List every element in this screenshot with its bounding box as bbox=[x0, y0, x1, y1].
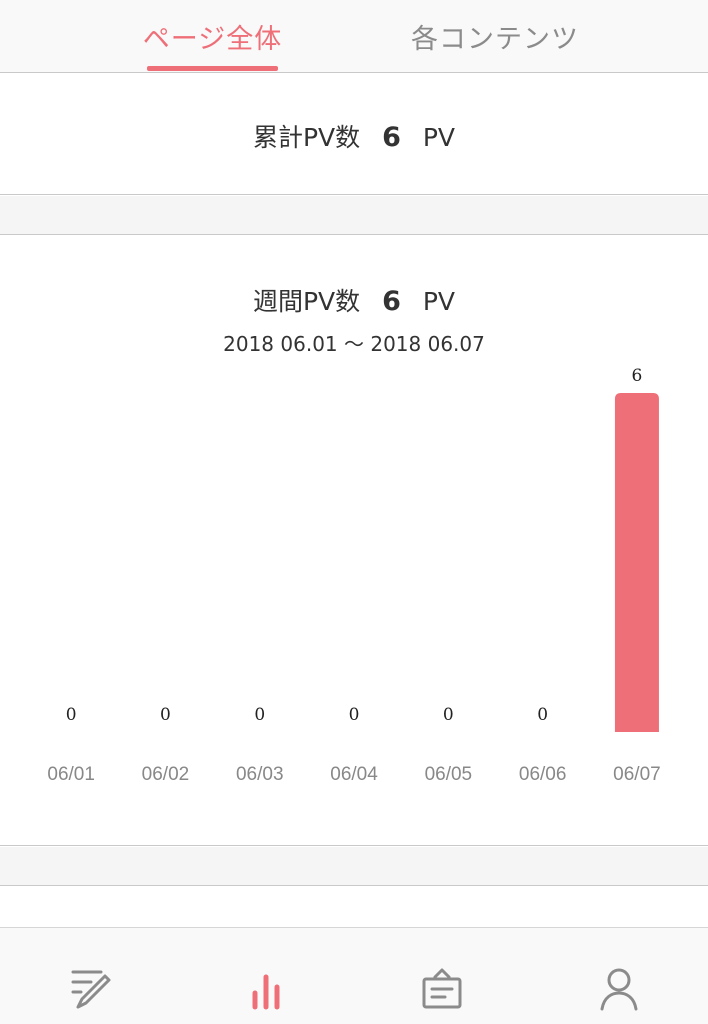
bottom-nav bbox=[0, 927, 708, 1024]
tab-page-overall[interactable]: ページ全体 bbox=[130, 0, 295, 73]
active-tab-indicator bbox=[147, 66, 278, 71]
bar-category-label: 06/04 bbox=[330, 764, 378, 785]
bar-value-label: 6 bbox=[632, 366, 643, 386]
bar-value-label: 0 bbox=[537, 705, 548, 725]
nav-analytics[interactable] bbox=[236, 958, 296, 1018]
total-pv-value: 6 bbox=[382, 122, 401, 153]
bar-category-label: 06/01 bbox=[47, 764, 95, 785]
bar-category-label: 06/05 bbox=[425, 764, 473, 785]
total-pv-section: 累計PV数 6 PV bbox=[0, 73, 708, 195]
inbox-icon bbox=[422, 968, 462, 1009]
bar-value-label: 0 bbox=[66, 705, 77, 725]
bar-category-label: 06/07 bbox=[613, 764, 661, 785]
total-pv-label: 累計PV数 bbox=[252, 123, 361, 152]
total-pv-line: 累計PV数 6 PV bbox=[0, 118, 708, 154]
bar-value-label: 0 bbox=[254, 705, 265, 725]
nav-edit[interactable] bbox=[59, 958, 119, 1018]
analytics-page: ページ全体 各コンテンツ 累計PV数 6 PV 週間PV数 6 PV 2018 … bbox=[0, 0, 708, 1024]
content-area bbox=[0, 887, 708, 927]
nav-inbox[interactable] bbox=[412, 958, 472, 1018]
bar-category-label: 06/06 bbox=[519, 764, 567, 785]
nav-profile[interactable] bbox=[589, 958, 649, 1018]
edit-icon bbox=[71, 970, 111, 1009]
weekly-bar-chart: 0 06/01 0 06/02 0 06/03 0 06/04 0 06/05 0 06/06 6 06/… bbox=[47, 366, 661, 785]
section-divider bbox=[0, 847, 708, 886]
tab-each-content[interactable]: 各コンテンツ bbox=[390, 0, 600, 73]
user-icon bbox=[600, 968, 638, 1011]
bar-value-label: 0 bbox=[160, 705, 171, 725]
section-divider bbox=[0, 196, 708, 235]
tab-bar: ページ全体 各コンテンツ bbox=[0, 0, 708, 73]
total-pv-unit: PV bbox=[422, 123, 456, 152]
analytics-icon bbox=[252, 974, 280, 1010]
bar-value-label: 0 bbox=[349, 705, 360, 725]
bar-category-label: 06/02 bbox=[142, 764, 190, 785]
chart-bar bbox=[614, 393, 659, 732]
bar-value-label: 0 bbox=[443, 705, 454, 725]
weekly-pv-section: 週間PV数 6 PV 2018 06.01 〜 2018 06.07 0 06/0… bbox=[0, 236, 708, 846]
bar-category-label: 06/03 bbox=[236, 764, 284, 785]
